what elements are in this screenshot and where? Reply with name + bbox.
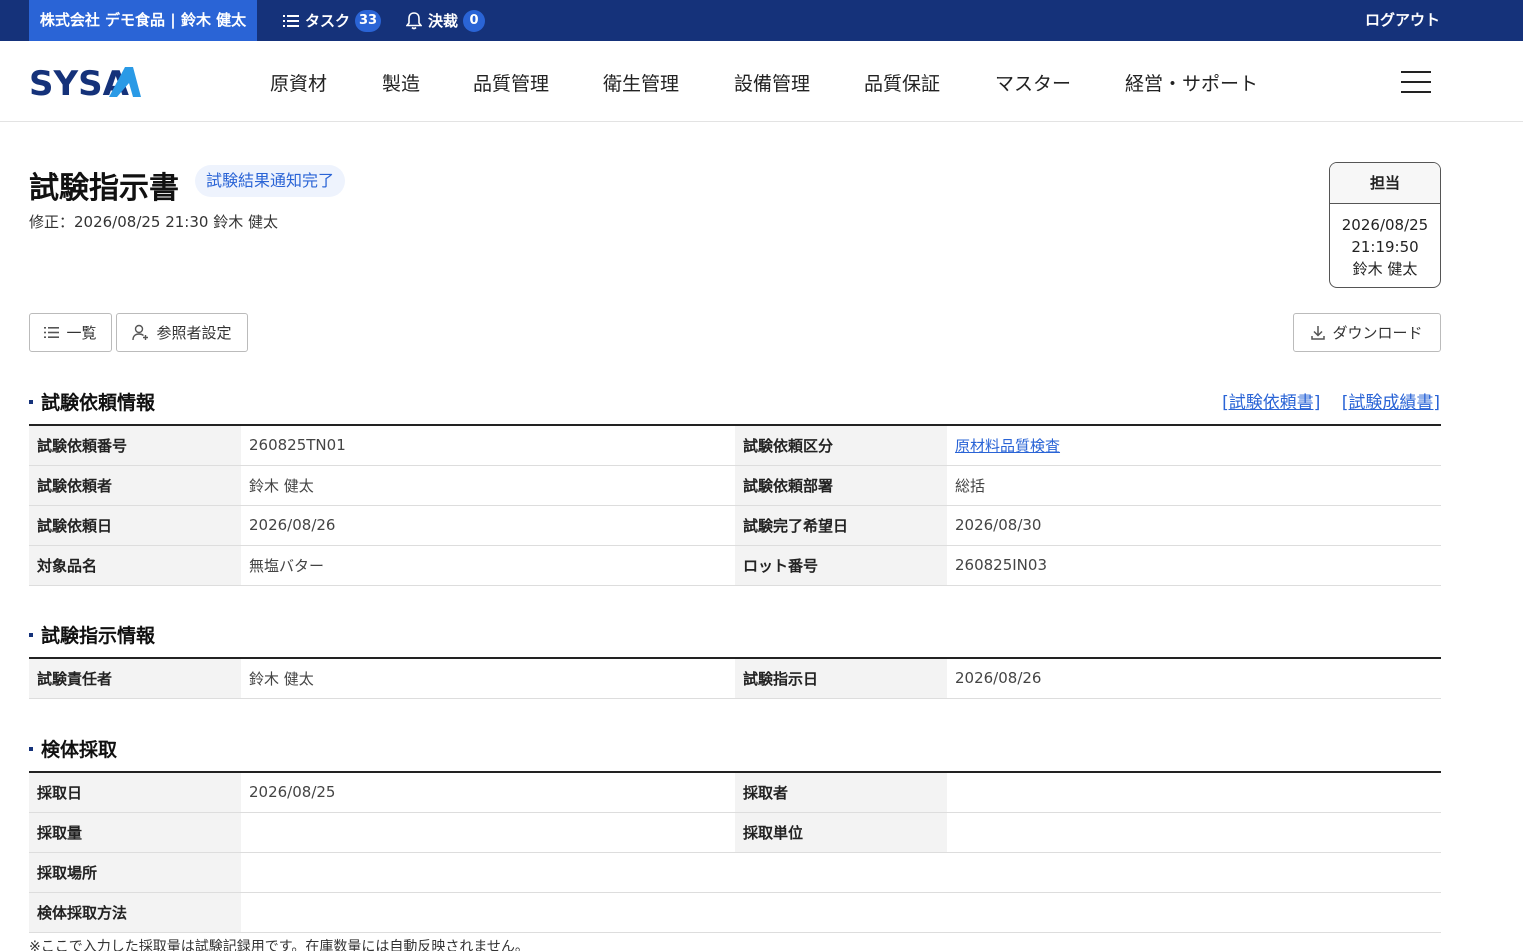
- tasks-button[interactable]: タスク 33: [283, 0, 382, 41]
- section-title-sampling: 検体採取: [29, 735, 117, 762]
- request-info-table: 試験依頼番号 260825TN01 試験依頼区分 原材料品質検査 試験依頼者 鈴…: [29, 424, 1441, 586]
- stamp-date: 2026/08/25: [1341, 216, 1429, 234]
- viewer-settings-label: 参照者設定: [156, 324, 232, 342]
- approvals-label: 決裁: [428, 12, 459, 30]
- main-nav: SYSA 原資材 製造 品質管理 衛生管理 設備管理 品質保証 マスター 経営・…: [0, 41, 1523, 122]
- approval-stamp: 担当 2026/08/25 21:19:50 鈴木 健太: [1329, 162, 1441, 288]
- nav-item-raw-materials[interactable]: 原資材: [270, 69, 327, 96]
- stamp-time: 21:19:50: [1351, 238, 1419, 256]
- table-row: 試験依頼者 鈴木 健太 試験依頼部署 総括: [29, 465, 1441, 506]
- instruction-info-table: 試験責任者 鈴木 健太 試験指示日 2026/08/26: [29, 657, 1441, 699]
- sampling-table: 採取日 2026/08/25 採取者 採取量 採取単位 採取場所 検体採取方法: [29, 771, 1441, 933]
- list-icon: [283, 14, 299, 27]
- table-row: 試験依頼日 2026/08/26 試験完了希望日 2026/08/30: [29, 505, 1441, 546]
- tasks-label: タスク: [305, 12, 351, 30]
- hamburger-menu-icon[interactable]: [1401, 71, 1431, 93]
- page-title: 試験指示書: [29, 171, 179, 206]
- nav-item-master[interactable]: マスター: [995, 69, 1071, 96]
- download-icon: [1311, 326, 1326, 340]
- request-category-link[interactable]: 原材料品質検査: [955, 437, 1060, 455]
- list-icon: [44, 327, 60, 338]
- top-bar: 株式会社 デモ食品 | 鈴木 健太 タスク 33 決裁 0 ログアウト: [0, 0, 1523, 41]
- table-row: 試験依頼番号 260825TN01 試験依頼区分 原材料品質検査: [29, 425, 1441, 466]
- section-title-request: 試験依頼情報: [29, 388, 155, 415]
- user-add-icon: [132, 324, 149, 341]
- viewer-settings-button[interactable]: 参照者設定: [116, 313, 248, 352]
- table-row: 採取日 2026/08/25 採取者: [29, 772, 1441, 813]
- table-row: 採取場所: [29, 852, 1441, 893]
- table-row: 採取量 採取単位: [29, 812, 1441, 853]
- document-links: [試験依頼書] [試験成績書]: [1206, 388, 1440, 413]
- nav-item-quality-control[interactable]: 品質管理: [473, 69, 549, 96]
- stamp-name: 鈴木 健太: [1352, 260, 1418, 278]
- nav-item-management-support[interactable]: 経営・サポート: [1125, 69, 1258, 96]
- list-button[interactable]: 一覧: [29, 313, 112, 352]
- nav-item-quality-assurance[interactable]: 品質保証: [864, 69, 940, 96]
- sampling-note: ※ここで入力した採取量は試験記録用です。在庫数量には自動反映されません。: [29, 939, 529, 951]
- list-button-label: 一覧: [66, 324, 97, 342]
- status-badge: 試験結果通知完了: [195, 165, 346, 197]
- request-doc-link[interactable]: [試験依頼書]: [1222, 393, 1320, 413]
- bell-icon: [406, 11, 422, 29]
- company-user-label: 株式会社 デモ食品 | 鈴木 健太: [29, 0, 257, 41]
- sysa-logo[interactable]: SYSA: [29, 64, 144, 104]
- table-row: 試験責任者 鈴木 健太 試験指示日 2026/08/26: [29, 658, 1441, 699]
- nav-item-manufacturing[interactable]: 製造: [382, 69, 420, 96]
- logout-button[interactable]: ログアウト: [1365, 0, 1440, 41]
- nav-item-equipment[interactable]: 設備管理: [734, 69, 810, 96]
- modified-info: 修正：2026/08/25 21:30 鈴木 健太: [29, 213, 278, 231]
- download-button[interactable]: ダウンロード: [1293, 313, 1441, 352]
- nav-item-hygiene[interactable]: 衛生管理: [603, 69, 679, 96]
- table-row: 対象品名 無塩バター ロット番号 260825IN03: [29, 545, 1441, 586]
- approvals-count-badge: 0: [463, 9, 486, 32]
- result-doc-link[interactable]: [試験成績書]: [1342, 393, 1440, 413]
- tasks-count-badge: 33: [355, 9, 382, 32]
- stamp-header: 担当: [1330, 163, 1440, 204]
- table-row: 検体採取方法: [29, 892, 1441, 933]
- section-title-instruction: 試験指示情報: [29, 621, 155, 648]
- download-label: ダウンロード: [1332, 324, 1423, 342]
- approvals-button[interactable]: 決裁 0: [406, 0, 486, 41]
